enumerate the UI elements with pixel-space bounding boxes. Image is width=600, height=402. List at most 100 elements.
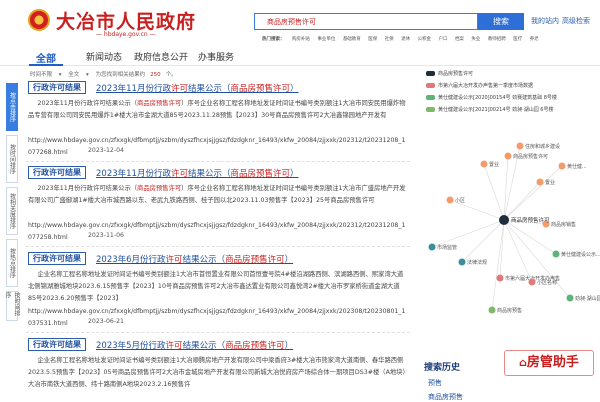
graph-node[interactable] (480, 160, 488, 168)
legend-swatch (426, 71, 435, 76)
hot-search-term[interactable]: 公积金 (418, 37, 432, 42)
graph-node-label: 小区名称 (537, 279, 557, 286)
result-category-tag: 行政许可结果 (28, 252, 86, 265)
graph-node[interactable] (428, 243, 436, 251)
hot-search-term[interactable]: 医疗 (513, 37, 522, 42)
hot-search-term[interactable]: 失业 (471, 37, 480, 42)
graph-node[interactable] (528, 278, 536, 286)
result-count-prefix: 为您找到相关结果约 (95, 72, 146, 78)
sort-tab-hot[interactable]: 按热点排序 (6, 239, 18, 287)
tab-gov-info[interactable]: 政府信息公开 (134, 50, 188, 63)
legend-item[interactable]: 市第六届大冶开发办声售第一季度市场数据 (426, 82, 598, 92)
result-count-suffix: 个。 (165, 72, 177, 78)
graph-node[interactable] (558, 162, 566, 170)
tab-all[interactable]: 全部 (36, 50, 56, 65)
result-title-link[interactable]: 2023年6月份行政许可结果公示（商品房预售许可） (96, 253, 293, 265)
hot-search-term[interactable]: 教师招聘 (488, 37, 506, 42)
legend-item[interactable]: 黄仕健建设公示[2021]00214号 劲昶·湖山园 6号楼 (426, 106, 598, 116)
history-item[interactable]: 预售 (428, 378, 442, 388)
graph-edge (503, 219, 571, 299)
graph-node-label: 置业 (545, 179, 555, 186)
sort-tab-click[interactable]: 按点击排序 (6, 83, 18, 131)
result-snippet: 2023年11月份行政许可结果公示（商品房预售许可）序号企业名称工程名称地址发证… (28, 185, 406, 204)
graph-node-label: 商品房销售 (551, 221, 576, 228)
time-filter-dropdown[interactable]: 时间不限 (30, 72, 52, 78)
result-divider (26, 332, 410, 333)
site-header: 大冶市人民政府 — hbdaye.gov.cn — 商品房预售许可 搜索 我的站… (0, 0, 600, 44)
search-input-value: 商品房预售许可 (267, 18, 316, 26)
hot-search-term[interactable]: 档案 (455, 37, 464, 42)
knowledge-graph-panel: 商品房预售许可 市第六届大冶开发办声售第一季度市场数据 黄仕健建设公示[2020… (420, 60, 600, 400)
active-tab-underline (29, 64, 63, 66)
site-domain: — hbdaye.gov.cn — (96, 31, 156, 38)
search-button[interactable]: 搜索 (478, 13, 524, 30)
legend-swatch (426, 83, 435, 88)
result-title-link[interactable]: 2023年5月份行政许可结果公示（商品房预售许可） (96, 339, 293, 351)
sort-tab-relevance[interactable]: 按相关度排序 (6, 187, 18, 235)
graph-node[interactable] (504, 152, 512, 160)
scope-filter-dropdown[interactable]: 全文 (68, 72, 79, 78)
graph-node-label: 商品房预售 (497, 307, 522, 314)
result-category-tag: 行政许可结果 (28, 166, 86, 179)
hot-search-term[interactable]: 基础教育 (343, 37, 361, 42)
result-url[interactable]: http://www.hbdaye.gov.cn/zfxxgk/dfbmptjj… (28, 306, 406, 330)
hot-search-row: 热门搜索： 购房补贴 事业单位 基础教育 医保 社保 退休 公积金 户口 档案 … (262, 36, 592, 44)
graph-node[interactable] (488, 306, 496, 314)
graph-node-label: 住房和城乡建设 (525, 143, 560, 150)
graph-node-label: 小区 (455, 197, 465, 204)
search-input[interactable]: 商品房预售许可 (254, 13, 478, 30)
knowledge-graph[interactable]: 置业住房和城乡建设黄仕健...置业商品房预售许可小区商品房销售市场监管法律法规市… (420, 122, 600, 354)
graph-node[interactable] (516, 142, 524, 150)
tab-services[interactable]: 办事服务 (198, 50, 234, 63)
hot-search-term[interactable]: 事业单位 (317, 37, 335, 42)
graph-center-node[interactable] (499, 215, 509, 225)
result-divider (26, 161, 410, 162)
sort-tab-time-2[interactable]: 按时间排序 (4, 291, 20, 321)
graph-edge (503, 165, 563, 221)
tab-news[interactable]: 新闻动态 (86, 50, 122, 63)
hot-search-term[interactable]: 医保 (368, 37, 377, 42)
result-snippet: 企业名称工程名称地址发证时间证书编号类别额注1大冶市首恒置业有限公司首恒壹号院4… (28, 271, 404, 302)
graph-node[interactable] (458, 258, 466, 266)
graph-node[interactable] (566, 294, 574, 302)
result-url[interactable]: http://www.hbdaye.gov.cn/zfxxgk/dfbmptjj… (28, 135, 406, 159)
housing-assistant-button[interactable]: ⌂房管助手 (504, 350, 594, 376)
graph-node-label: 黄仕健建设公示... (561, 251, 600, 258)
result-count: 250 (150, 72, 161, 78)
graph-edge (461, 219, 505, 263)
hot-search-term[interactable]: 户口 (439, 37, 448, 42)
result-url[interactable]: http://www.hbdaye.gov.cn/zfxxgk/dfbmptjj… (28, 220, 406, 244)
result-snippet: 企业名称工程名称地址发证时间证书编号类别额注1大冶顺腾房地产开发有限公司中梁香府… (28, 357, 406, 388)
advanced-search-link[interactable]: 高级检索 (562, 16, 590, 26)
result-date: 2023-06-21 (88, 318, 124, 325)
graph-node-label: 市场监管 (437, 244, 457, 251)
hot-search-term[interactable]: 退休 (401, 37, 410, 42)
hot-search-term[interactable]: 购房补贴 (292, 37, 310, 42)
legend-swatch (426, 95, 435, 100)
site-title[interactable]: 大冶市人民政府 (56, 7, 196, 34)
graph-edge (491, 219, 505, 311)
graph-node-label: 黄仕健... (567, 163, 587, 170)
history-item[interactable]: 商品房预售 (428, 392, 463, 402)
hot-search-term[interactable]: 社保 (385, 37, 394, 42)
legend-item[interactable]: 商品房预售许可 (426, 70, 598, 80)
result-title-link[interactable]: 2023年11月份行政许可结果公示（商品房预售许可） (96, 82, 299, 94)
graph-node[interactable] (446, 196, 454, 204)
national-emblem-icon (28, 9, 50, 31)
graph-node[interactable] (552, 250, 560, 258)
sort-tab-time[interactable]: 按时间排序 (6, 135, 18, 183)
graph-node[interactable] (496, 274, 504, 282)
graph-edge (503, 181, 541, 221)
hot-search-term[interactable]: 养老 (530, 37, 539, 42)
filter-row: 时间不限 ▾ 全文 ▾ 为您找到相关结果约 250 个。 (30, 70, 410, 79)
my-site-link[interactable]: 我的站内 (531, 16, 559, 26)
graph-node-label: 劲昶·湖山园 (575, 295, 600, 302)
legend-swatch (426, 107, 435, 112)
graph-node-label: 商品房预售许可 (513, 153, 548, 160)
legend-item[interactable]: 黄仕健建设公示[2020]00154号 劲赛建筑基础 8号楼 (426, 94, 598, 104)
graph-node-label: 置业 (489, 161, 499, 168)
search-history-title: 搜索历史 (424, 363, 461, 373)
result-title-link[interactable]: 2023年11月份行政许可结果公示（商品房预售许可） (96, 167, 299, 179)
graph-node[interactable] (536, 178, 544, 186)
graph-center-label: 商品房预售许可 (511, 216, 550, 224)
